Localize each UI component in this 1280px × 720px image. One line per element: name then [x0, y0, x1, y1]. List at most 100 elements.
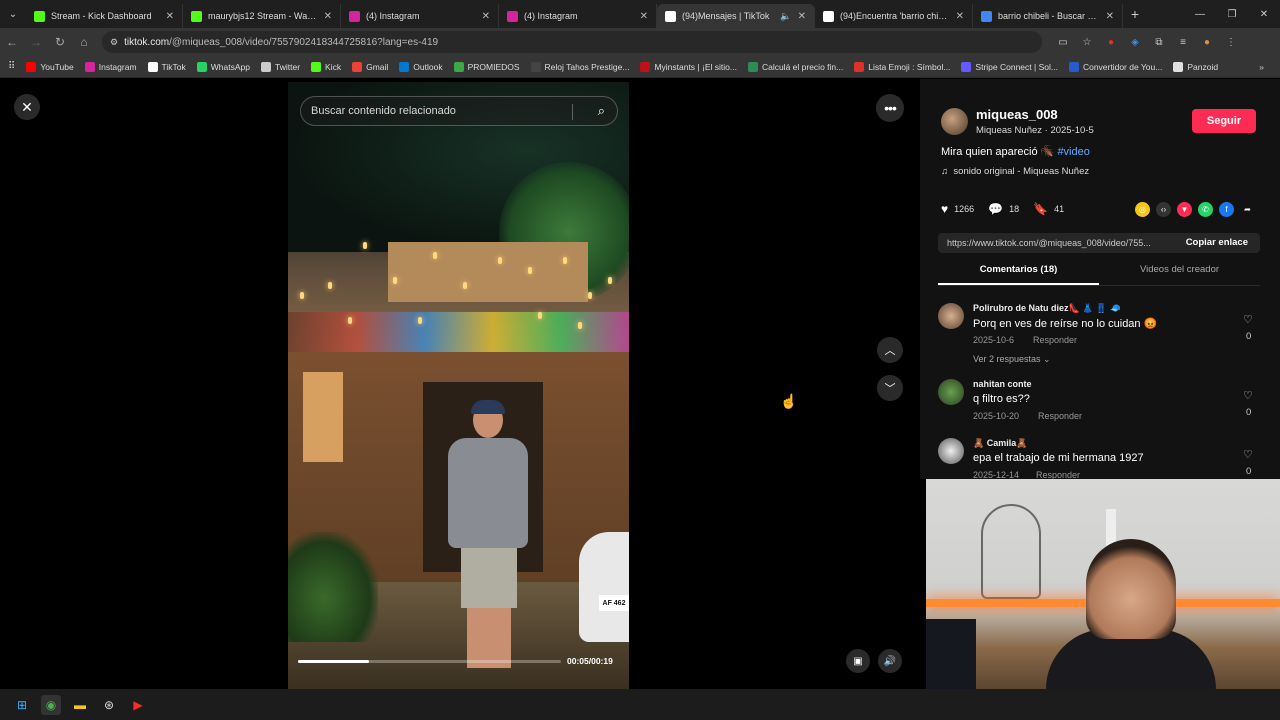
- youtube-icon[interactable]: ▶: [128, 695, 148, 715]
- bookmark-item[interactable]: PROMIEDOS: [453, 61, 520, 72]
- comment-author[interactable]: nahitan conte: [973, 379, 1032, 389]
- reply-button[interactable]: Responder: [1033, 335, 1077, 345]
- bookmark-item[interactable]: Panzoid: [1173, 61, 1218, 72]
- comment-author[interactable]: Polirubro de Natu diez👠 👗 👖 🧢: [973, 303, 1121, 314]
- reload-icon[interactable]: ↻: [48, 35, 72, 49]
- close-icon[interactable]: ✕: [14, 94, 40, 120]
- bookmark-item[interactable]: Kick: [311, 61, 341, 72]
- facebook-icon[interactable]: f: [1219, 202, 1234, 217]
- bookmark-icon[interactable]: 🔖: [1033, 202, 1048, 216]
- author-username[interactable]: miqueas_008: [976, 107, 1094, 122]
- record-extension-icon[interactable]: ●: [1104, 35, 1118, 49]
- tab-close-icon[interactable]: ✕: [166, 11, 174, 22]
- address-bar[interactable]: ⚙ tiktok.com/@miqueas_008/video/75579024…: [102, 31, 1042, 53]
- volume-icon[interactable]: 🔊: [878, 649, 902, 673]
- bookmark-item[interactable]: TikTok: [147, 61, 186, 72]
- author-info[interactable]: miqueas_008 Miqueas Nuñez · 2025-10-5: [941, 107, 1094, 136]
- share-arrow-icon[interactable]: ➦: [1240, 202, 1255, 217]
- comment-date: 2025-10-6: [973, 335, 1015, 345]
- more-options-icon[interactable]: •••: [876, 94, 904, 122]
- bookmark-star-icon[interactable]: ☆: [1080, 35, 1094, 49]
- heart-icon[interactable]: ♡: [1243, 313, 1253, 326]
- browser-tab[interactable]: (4) Instagram ✕: [341, 4, 499, 28]
- tab-close-icon[interactable]: ✕: [1106, 11, 1114, 22]
- forward-icon[interactable]: →: [24, 35, 48, 49]
- bookmark-item[interactable]: YouTube: [26, 61, 74, 72]
- comment-author[interactable]: 🧸 Camila🧸: [973, 438, 1027, 449]
- browser-tab[interactable]: barrio chibeli - Buscar con Goo ✕: [973, 4, 1123, 28]
- chevron-up-icon[interactable]: ︿: [877, 337, 903, 363]
- bookmarks-overflow-icon[interactable]: »: [1259, 62, 1264, 72]
- bookmark-item[interactable]: Twitter: [261, 61, 300, 72]
- comment-icon[interactable]: 💬: [988, 202, 1003, 216]
- whatsapp-icon[interactable]: ✆: [1198, 202, 1213, 217]
- tab-close-icon[interactable]: ✕: [798, 11, 806, 22]
- browser-tab[interactable]: (94)Mensajes | TikTok 🔈 ✕: [657, 4, 815, 28]
- repost-icon[interactable]: ▼: [1177, 202, 1192, 217]
- bookmark-item[interactable]: Outlook: [399, 61, 443, 72]
- hashtag-link[interactable]: #video: [1057, 146, 1089, 158]
- bookmark-item[interactable]: Gmail: [352, 61, 388, 72]
- maximize-icon[interactable]: ❐: [1216, 0, 1248, 28]
- apps-grid-icon[interactable]: ⠿: [8, 61, 15, 72]
- obs-icon[interactable]: ⊛: [99, 695, 119, 715]
- video-player[interactable]: AF 462 Buscar contenido relacionado ⌕ 00…: [288, 82, 629, 689]
- bookmark-item[interactable]: Myinstants | ¡El sitio...: [640, 61, 737, 72]
- tab-close-icon[interactable]: ✕: [640, 11, 648, 22]
- browser-tab[interactable]: (94)Encuentra 'barrio chiveli' en ✕: [815, 4, 973, 28]
- coin-icon[interactable]: ◎: [1135, 202, 1150, 217]
- close-window-icon[interactable]: ✕: [1248, 0, 1280, 28]
- browser-tab[interactable]: maurybjs12 Stream - Watch Liv ✕: [183, 4, 341, 28]
- tab-search-icon[interactable]: ⌄: [0, 0, 26, 28]
- extension-icon[interactable]: ◈: [1128, 35, 1142, 49]
- reading-list-icon[interactable]: ≡: [1176, 35, 1190, 49]
- chevron-down-icon[interactable]: ﹀: [877, 375, 903, 401]
- search-icon[interactable]: ⌕: [598, 103, 605, 119]
- related-search-input[interactable]: Buscar contenido relacionado ⌕: [300, 96, 618, 126]
- reply-button[interactable]: Responder: [1038, 411, 1082, 421]
- video-progress-bar[interactable]: [298, 660, 561, 663]
- bookmark-item[interactable]: Convertidor de You...: [1068, 61, 1162, 72]
- follow-button[interactable]: Seguir: [1192, 109, 1256, 133]
- tab-creator-videos[interactable]: Videos del creador: [1099, 264, 1260, 285]
- tab-close-icon[interactable]: ✕: [956, 11, 964, 22]
- speaker-icon[interactable]: 🔈: [780, 11, 791, 22]
- browser-tab[interactable]: (4) Instagram ✕: [499, 4, 657, 28]
- tab-close-icon[interactable]: ✕: [324, 11, 332, 22]
- bookmark-item[interactable]: Calculá el precio fin...: [747, 61, 843, 72]
- browser-menu-icon[interactable]: ⋮: [1224, 35, 1238, 49]
- puzzle-icon[interactable]: ⧉: [1152, 35, 1166, 49]
- avatar[interactable]: [938, 438, 964, 464]
- new-tab-button[interactable]: +: [1123, 6, 1147, 22]
- cast-icon[interactable]: ▭: [1056, 35, 1070, 49]
- avatar[interactable]: [938, 379, 964, 405]
- bookmark-item[interactable]: Reloj Tahos Prestige...: [530, 61, 629, 72]
- bookmark-item[interactable]: Stripe Connect | Sol...: [961, 61, 1058, 72]
- copy-link-button[interactable]: Copiar enlace: [1186, 237, 1248, 248]
- avatar[interactable]: [938, 303, 964, 329]
- bookmark-item[interactable]: Instagram: [84, 61, 137, 72]
- heart-icon[interactable]: ♡: [1243, 448, 1253, 461]
- embed-icon[interactable]: ‹›: [1156, 202, 1171, 217]
- profile-avatar[interactable]: ●: [1200, 35, 1214, 49]
- heart-icon[interactable]: ♡: [1243, 389, 1253, 402]
- home-icon[interactable]: ⌂: [72, 35, 96, 49]
- engagement-stats: ♥ 1266 💬 18 🔖 41: [941, 202, 1064, 216]
- tab-close-icon[interactable]: ✕: [482, 11, 490, 22]
- view-replies-button[interactable]: Ver 2 respuestas ⌄: [973, 354, 1051, 365]
- minimize-icon[interactable]: —: [1184, 0, 1216, 28]
- bookmark-item[interactable]: WhatsApp: [196, 61, 250, 72]
- file-explorer-icon[interactable]: ▬: [70, 695, 90, 715]
- back-icon[interactable]: ←: [0, 35, 24, 49]
- heart-icon[interactable]: ♥: [941, 202, 948, 216]
- floating-player-icon[interactable]: ▣: [846, 649, 870, 673]
- sound-info[interactable]: ♫ sonido original - Miqueas Nuñez: [941, 166, 1089, 177]
- avatar[interactable]: [941, 108, 968, 135]
- site-info-icon[interactable]: ⚙: [110, 37, 118, 48]
- chrome-icon[interactable]: ◉: [41, 694, 61, 715]
- bookmark-item[interactable]: Lista Emoji : Símbol...: [854, 61, 950, 72]
- tab-comments[interactable]: Comentarios (18): [938, 264, 1099, 285]
- windows-start-icon[interactable]: ⊞: [12, 695, 32, 715]
- tab-favicon-icon: [981, 10, 992, 22]
- browser-tab[interactable]: Stream - Kick Dashboard ✕: [26, 4, 183, 28]
